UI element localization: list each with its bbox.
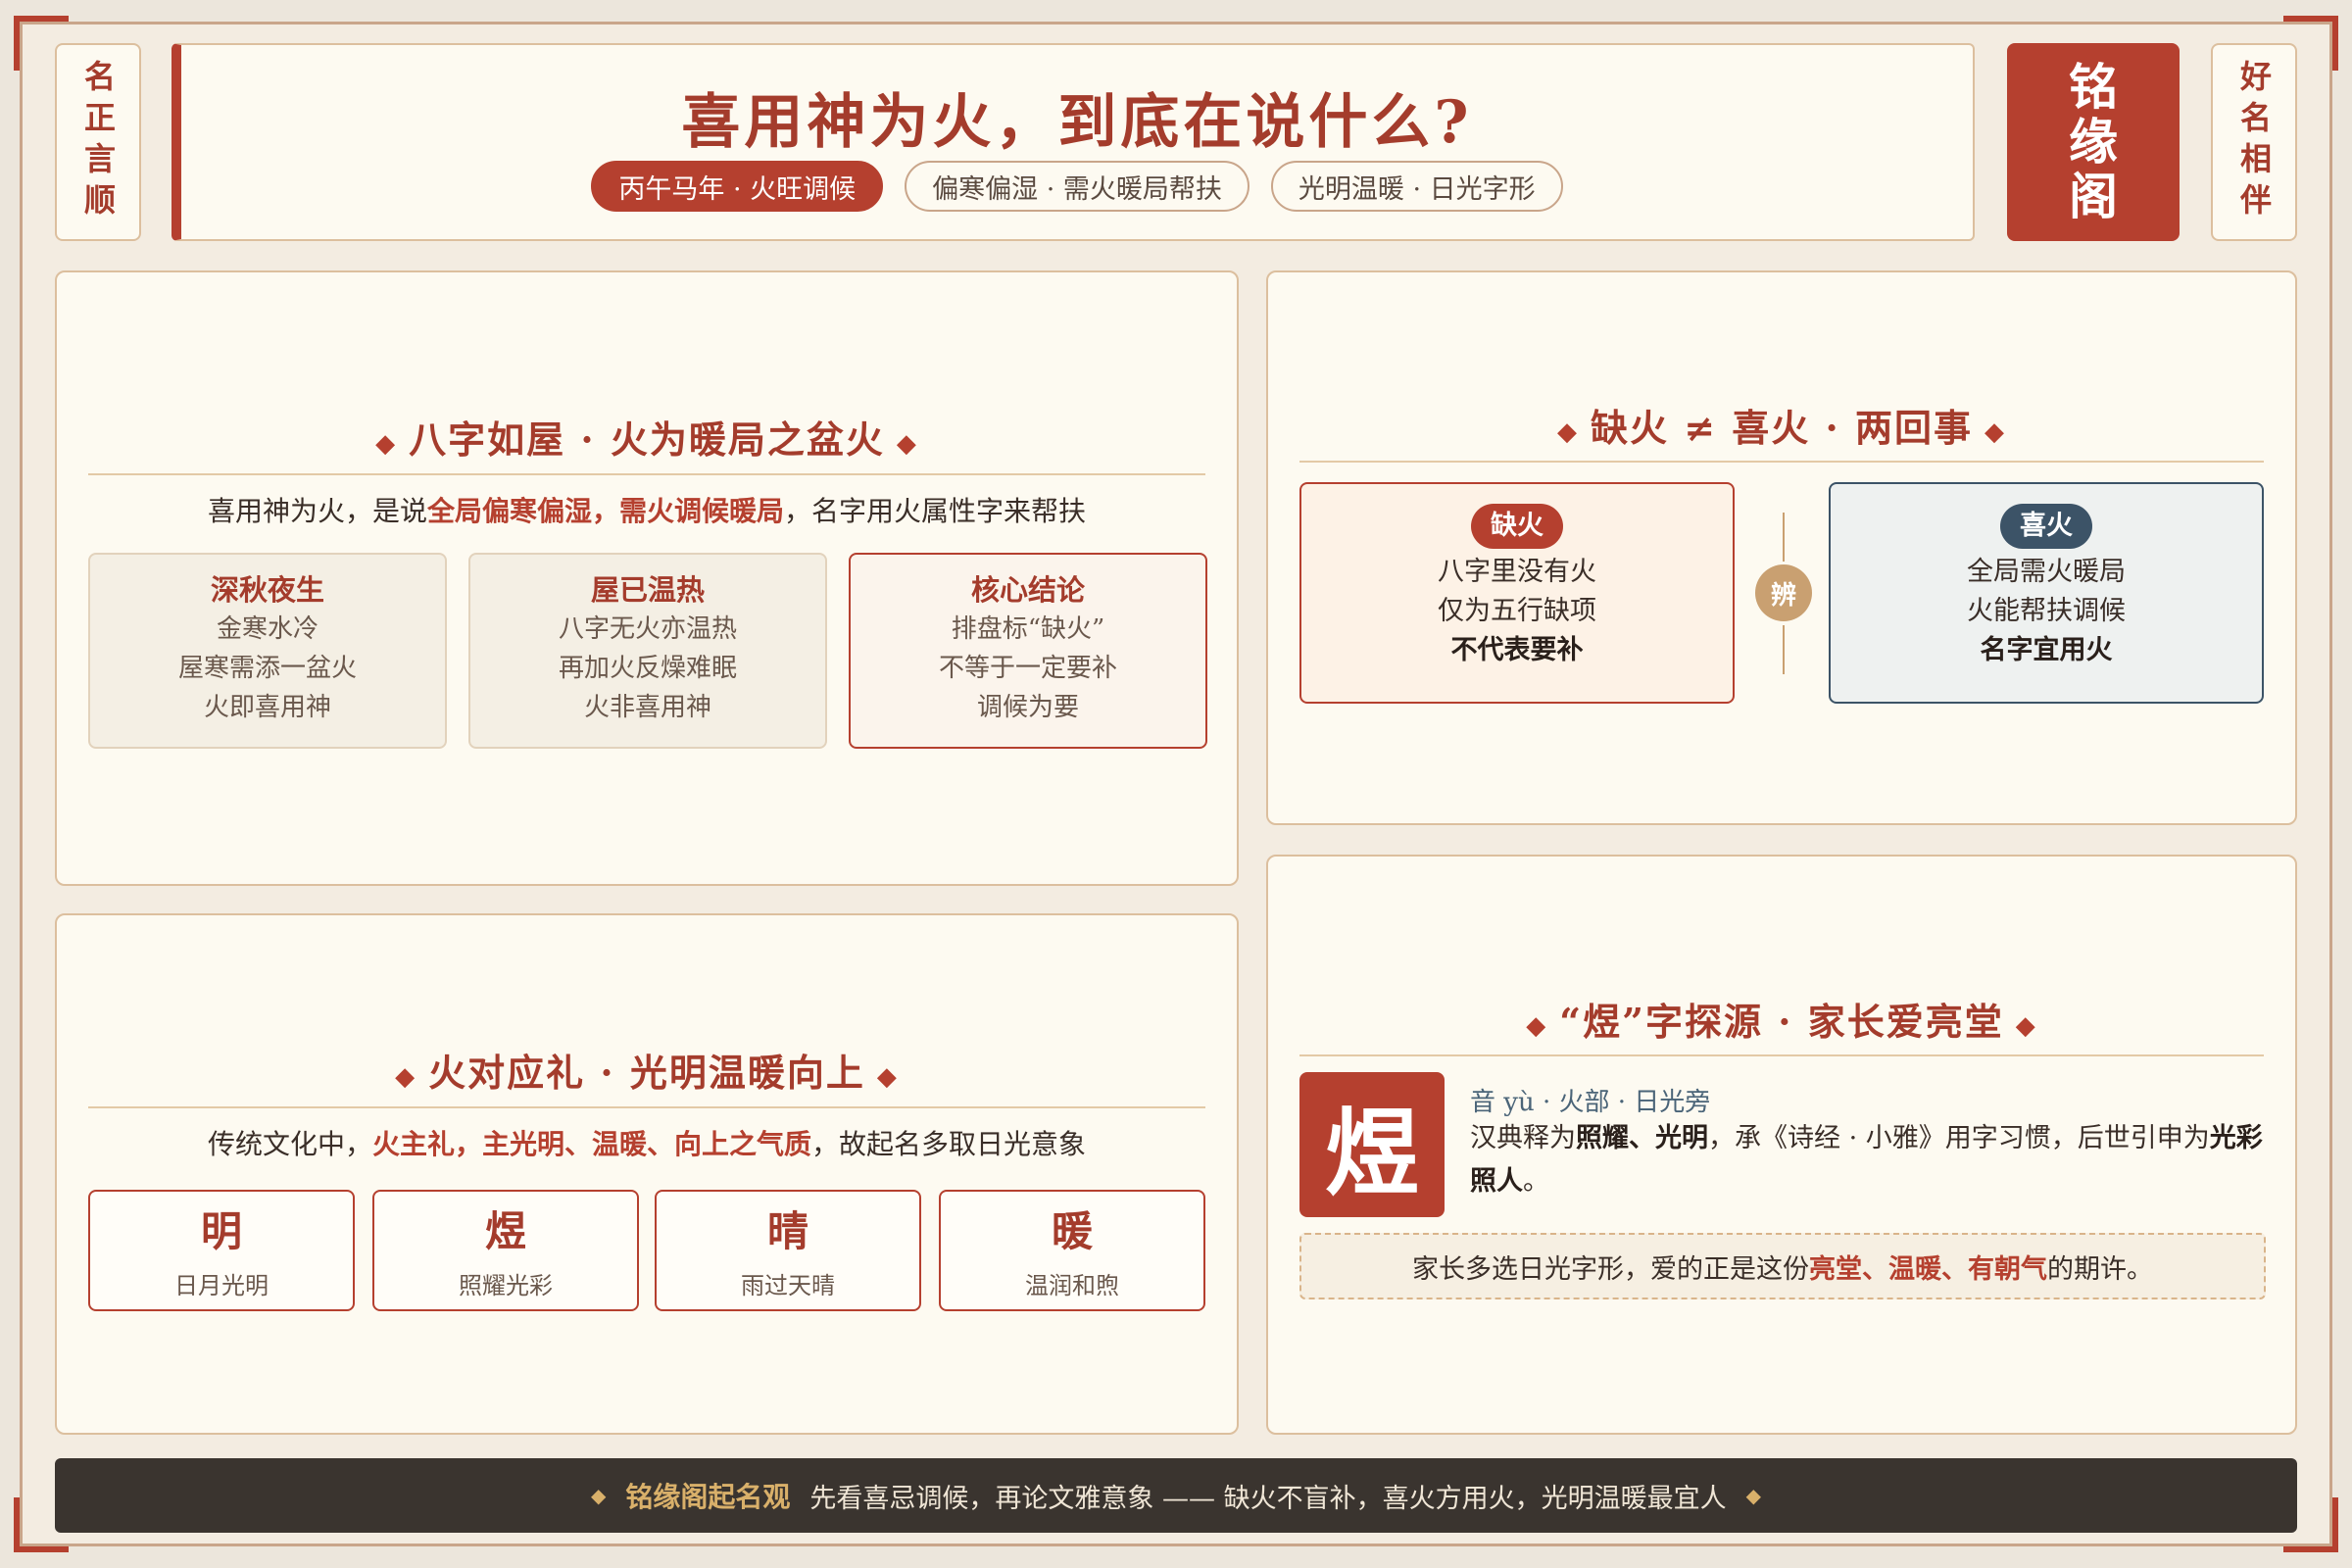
- diamond-icon: ◆: [1745, 1484, 1761, 1507]
- char-meta: 音 yù · 火部 · 日光旁: [1470, 1088, 1711, 1117]
- origin-title: ◆ “煜”字探源 · 家长爱亮堂 ◆: [1268, 992, 2295, 1046]
- char-description: 汉典释为照耀、光明，承《诗经 · 小雅》用字习惯，后世引申为光彩照人。: [1470, 1123, 2263, 1197]
- diff-title: ◆ 缺火 ≠ 喜火 · 两回事 ◆: [1268, 398, 2295, 452]
- footer-bar: ◆ 铭缘阁起名观 先看喜忌调候，再论文雅意象 —— 缺火不盲补，喜火方用火，光明…: [55, 1458, 2297, 1533]
- page-title: 喜用神为火，到底在说什么?: [681, 88, 1473, 157]
- ritual-panel: ◆ 火对应礼 · 光明温暖向上 ◆ 传统文化中，火主礼，主光明、温暖、向上之气质，故…: [55, 913, 1239, 1435]
- ritual-lead: 传统文化中，火主礼，主光明、温暖、向上之气质，故起名多取日光意象: [207, 1128, 1087, 1160]
- brand-seal: 铭 缘 阁: [2007, 43, 2180, 241]
- featured-char: 煜: [1299, 1072, 1445, 1217]
- house-card-warm: 屋已温热 八字无火亦温热 再加火反燥难眠 火非喜用神: [468, 553, 827, 749]
- lack-fire-box: 缺火 八字里没有火 仅为五行缺项 不代表要补: [1299, 482, 1735, 704]
- connector-line: [1783, 513, 1785, 562]
- diamond-icon: ◆: [896, 428, 918, 459]
- like-fire-badge: 喜火: [2000, 504, 2092, 549]
- diamond-icon: ◆: [1984, 416, 2006, 447]
- lack-fire-badge: 缺火: [1471, 504, 1563, 549]
- ritual-title: ◆ 火对应礼 · 光明温暖向上 ◆: [57, 1043, 1237, 1097]
- like-fire-box: 喜火 全局需火暖局 火能帮扶调候 名字宜用火: [1829, 482, 2264, 704]
- diamond-icon: ◆: [2015, 1010, 2037, 1041]
- diamond-icon: ◆: [1557, 416, 1579, 447]
- header-banner: 喜用神为火，到底在说什么? 丙午马年 · 火旺调候 偏寒偏湿 · 需火暖局帮扶 …: [172, 43, 1975, 241]
- diff-panel: ◆ 缺火 ≠ 喜火 · 两回事 ◆ 缺火 八字里没有火 仅为五行缺项 不代表要补 辨…: [1266, 270, 2297, 825]
- divider: [1299, 461, 2264, 463]
- house-title: ◆ 八字如屋 · 火为暖局之盆火 ◆: [57, 410, 1237, 464]
- house-panel: ◆ 八字如屋 · 火为暖局之盆火 ◆ 喜用神为火，是说全局偏寒偏湿，需火调候暖局，名…: [55, 270, 1239, 886]
- side-tag-left: 名正言顺: [55, 43, 141, 241]
- parent-note: 家长多选日光字形，爱的正是这份 亮堂、温暖、有朝气 的期许。: [1299, 1233, 2266, 1299]
- pill-year: 丙午马年 · 火旺调候: [591, 161, 884, 212]
- house-lead: 喜用神为火，是说全局偏寒偏湿，需火调候暖局，名字用火属性字来帮扶: [207, 495, 1087, 527]
- divider: [88, 1106, 1205, 1108]
- side-tag-right: 好名相伴: [2211, 43, 2297, 241]
- house-card-conclusion: 核心结论 排盘标“缺火” 不等于一定要补 调候为要: [849, 553, 1207, 749]
- pill-light: 光明温暖 · 日光字形: [1270, 161, 1563, 212]
- pill-cold: 偏寒偏湿 · 需火暖局帮扶: [905, 161, 1250, 212]
- connector-line: [1783, 625, 1785, 674]
- diamond-icon: ◆: [395, 1061, 417, 1092]
- distinguish-badge: 辨: [1755, 564, 1812, 621]
- house-card-autumn: 深秋夜生 金寒水冷 屋寒需添一盆火 火即喜用神: [88, 553, 447, 749]
- char-card-qing: 晴雨过天晴: [655, 1190, 921, 1311]
- char-card-ming: 明日月光明: [88, 1190, 355, 1311]
- char-card-yu: 煜照耀光彩: [372, 1190, 639, 1311]
- char-card-nuan: 暖温润和煦: [939, 1190, 1205, 1311]
- divider: [88, 473, 1205, 475]
- footer-text: 先看喜忌调候，再论文雅意象 —— 缺火不盲补，喜火方用火，光明温暖最宜人: [809, 1483, 1727, 1514]
- diamond-icon: ◆: [591, 1484, 607, 1507]
- seal-char: 阁: [2069, 168, 2118, 225]
- footer-brand: 铭缘阁起名观: [625, 1481, 791, 1513]
- diamond-icon: ◆: [876, 1061, 899, 1092]
- seal-char: 铭: [2069, 58, 2118, 116]
- diamond-icon: ◆: [375, 428, 398, 459]
- header-pills: 丙午马年 · 火旺调候 偏寒偏湿 · 需火暖局帮扶 光明温暖 · 日光字形: [181, 161, 1973, 212]
- divider: [1299, 1054, 2264, 1056]
- diamond-icon: ◆: [1526, 1010, 1548, 1041]
- seal-char: 缘: [2069, 113, 2118, 171]
